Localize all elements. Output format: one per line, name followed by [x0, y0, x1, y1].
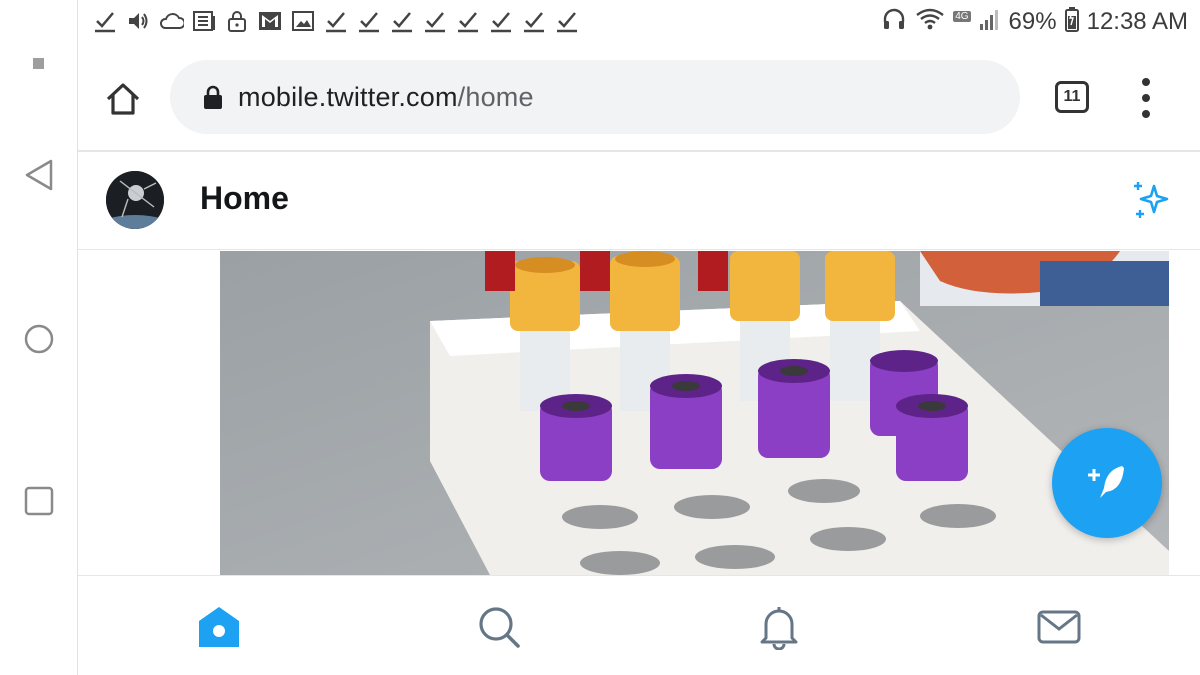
- compose-feather-icon: [1088, 466, 1124, 498]
- headphones-icon: [881, 6, 907, 37]
- url-path: /home: [457, 81, 534, 112]
- url-text[interactable]: mobile.twitter.com/home: [238, 82, 534, 113]
- url-host: mobile.twitter.com: [238, 81, 458, 112]
- signal-icon: [979, 7, 1001, 36]
- home-circle-icon[interactable]: [0, 322, 78, 356]
- lock-icon: [224, 8, 250, 34]
- menu-dot-icon: [1142, 78, 1150, 86]
- browser-toolbar: mobile.twitter.com/home 11: [78, 48, 1200, 152]
- overview-square-icon[interactable]: [0, 484, 78, 518]
- sparkle-icon[interactable]: [1128, 178, 1174, 224]
- tweet-media[interactable]: [220, 251, 1169, 575]
- bottom-nav: [78, 575, 1200, 675]
- gmail-icon: [257, 8, 283, 34]
- recents-dot-icon: [0, 54, 78, 74]
- browser-home-button[interactable]: [100, 76, 146, 122]
- check-icon: [389, 8, 415, 34]
- android-nav-bar: [0, 0, 78, 675]
- timeline-header: Home: [78, 152, 1200, 250]
- menu-dot-icon: [1142, 94, 1150, 102]
- battery-icon: [1064, 6, 1079, 37]
- battery-percent: 69%: [1008, 7, 1057, 35]
- check-icon: [356, 8, 382, 34]
- news-icon: [191, 8, 217, 34]
- clock: 12:38 AM: [1086, 7, 1188, 35]
- check-icon: [323, 8, 349, 34]
- compose-tweet-button[interactable]: [1052, 428, 1162, 538]
- check-icon: [422, 8, 448, 34]
- home-outline-icon: [106, 83, 140, 115]
- menu-dot-icon: [1142, 110, 1150, 118]
- system-status: 4G 69% 12:38 AM: [881, 6, 1188, 37]
- network-badge: 4G: [953, 11, 971, 22]
- tab-switcher-button[interactable]: 11: [1055, 81, 1089, 113]
- status-bar: 4G 69% 12:38 AM: [78, 0, 1200, 48]
- tab-count: 11: [1063, 88, 1081, 105]
- check-icon: [455, 8, 481, 34]
- avatar[interactable]: [106, 171, 164, 229]
- address-bar[interactable]: mobile.twitter.com/home: [170, 60, 1020, 134]
- image-icon: [290, 8, 316, 34]
- check-icon: [554, 8, 580, 34]
- wifi-icon: [915, 6, 945, 37]
- search-icon[interactable]: [474, 602, 524, 652]
- check-icon: [521, 8, 547, 34]
- notifications-icon[interactable]: [754, 602, 804, 652]
- video-thumbnail: [220, 251, 1169, 575]
- volume-icon: [125, 8, 151, 34]
- overflow-menu-button[interactable]: [1136, 78, 1156, 118]
- messages-icon[interactable]: [1034, 602, 1084, 652]
- satellite-image: [106, 171, 164, 229]
- home-icon[interactable]: [194, 602, 244, 652]
- cloud-icon: [158, 8, 184, 34]
- check-icon: [92, 8, 118, 34]
- page-title: Home: [200, 180, 289, 216]
- notification-icons: [92, 8, 580, 34]
- check-icon: [488, 8, 514, 34]
- back-icon[interactable]: [0, 156, 78, 194]
- lock-icon: [204, 85, 222, 109]
